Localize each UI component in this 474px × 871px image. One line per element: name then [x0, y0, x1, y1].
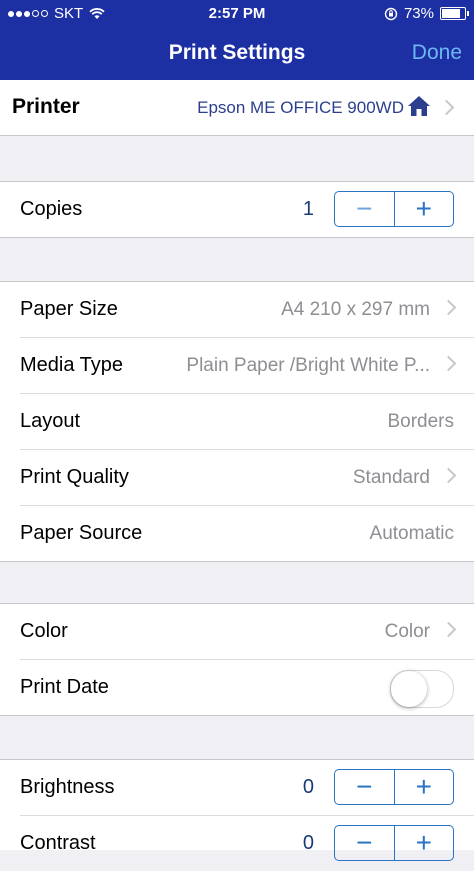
chevron-right-icon	[440, 467, 457, 484]
contrast-label: Contrast	[20, 832, 96, 854]
copies-decrement-button[interactable]: −	[335, 192, 394, 226]
print-quality-value: Standard	[352, 467, 430, 488]
battery-percent: 73%	[403, 5, 434, 22]
brightness-decrement-button[interactable]: −	[335, 770, 394, 804]
brightness-increment-button[interactable]: +	[395, 770, 454, 804]
color-group: Color Color Print Date	[0, 603, 474, 716]
page-title: Print Settings	[168, 41, 306, 64]
brightness-value: 0	[302, 776, 314, 798]
chevron-right-icon	[440, 355, 457, 372]
layout-label: Layout	[20, 410, 81, 432]
printer-group: Printer Epson ME OFFICE 900WD	[0, 80, 474, 136]
media-type-row[interactable]: Media Type Plain Paper /Bright White P..…	[20, 338, 474, 394]
color-row[interactable]: Color Color	[20, 604, 474, 660]
paper-source-value: Automatic	[369, 523, 454, 544]
print-date-toggle[interactable]	[390, 670, 454, 708]
contrast-decrement-button[interactable]: −	[335, 826, 394, 860]
navigation-bar: Print Settings Done	[0, 28, 474, 80]
printer-value: Epson ME OFFICE 900WD	[197, 98, 404, 117]
color-value: Color	[384, 621, 430, 642]
brightness-label: Brightness	[20, 776, 115, 798]
copies-value: 1	[302, 198, 314, 220]
contrast-value: 0	[302, 832, 314, 854]
adjust-group: Brightness 0 − + Contrast 0 − +	[0, 759, 474, 861]
print-date-label: Print Date	[20, 676, 109, 698]
media-type-value: Plain Paper /Bright White P...	[186, 355, 430, 376]
status-right: 73%	[384, 5, 469, 22]
contrast-increment-button[interactable]: +	[395, 826, 454, 860]
done-button[interactable]: Done	[412, 41, 462, 65]
battery-icon	[440, 7, 469, 20]
paper-size-row[interactable]: Paper Size A4 210 x 297 mm	[20, 282, 474, 338]
rotation-lock-icon	[384, 7, 398, 20]
paper-size-value: A4 210 x 297 mm	[281, 299, 430, 320]
media-type-label: Media Type	[20, 354, 124, 376]
paper-source-label: Paper Source	[20, 522, 143, 544]
copies-group: Copies 1 − +	[0, 181, 474, 238]
copies-increment-button[interactable]: +	[395, 192, 454, 226]
contrast-row: Contrast 0 − +	[20, 816, 474, 871]
chevron-right-icon	[440, 299, 457, 316]
chevron-right-icon	[438, 99, 455, 116]
layout-value: Borders	[387, 411, 454, 432]
contrast-stepper[interactable]: − +	[334, 825, 454, 861]
color-label: Color	[20, 620, 68, 642]
print-quality-label: Print Quality	[20, 466, 129, 488]
print-date-row: Print Date	[20, 660, 474, 715]
copies-row: Copies 1 − +	[20, 182, 474, 237]
chevron-right-icon	[440, 621, 457, 638]
copies-stepper[interactable]: − +	[334, 191, 454, 227]
home-icon	[408, 96, 430, 116]
print-quality-row[interactable]: Print Quality Standard	[20, 450, 474, 506]
printer-label: Printer	[12, 95, 80, 118]
copies-label: Copies	[20, 198, 83, 220]
paper-source-row: Paper Source Automatic	[20, 506, 474, 561]
brightness-row: Brightness 0 − +	[20, 760, 474, 816]
paper-size-label: Paper Size	[20, 298, 118, 320]
printer-row[interactable]: Printer Epson ME OFFICE 900WD	[0, 80, 474, 135]
paper-group: Paper Size A4 210 x 297 mm Media Type Pl…	[0, 281, 474, 562]
layout-row: Layout Borders	[20, 394, 474, 450]
status-bar: SKT 2:57 PM 73%	[0, 0, 474, 28]
brightness-stepper[interactable]: − +	[334, 769, 454, 805]
